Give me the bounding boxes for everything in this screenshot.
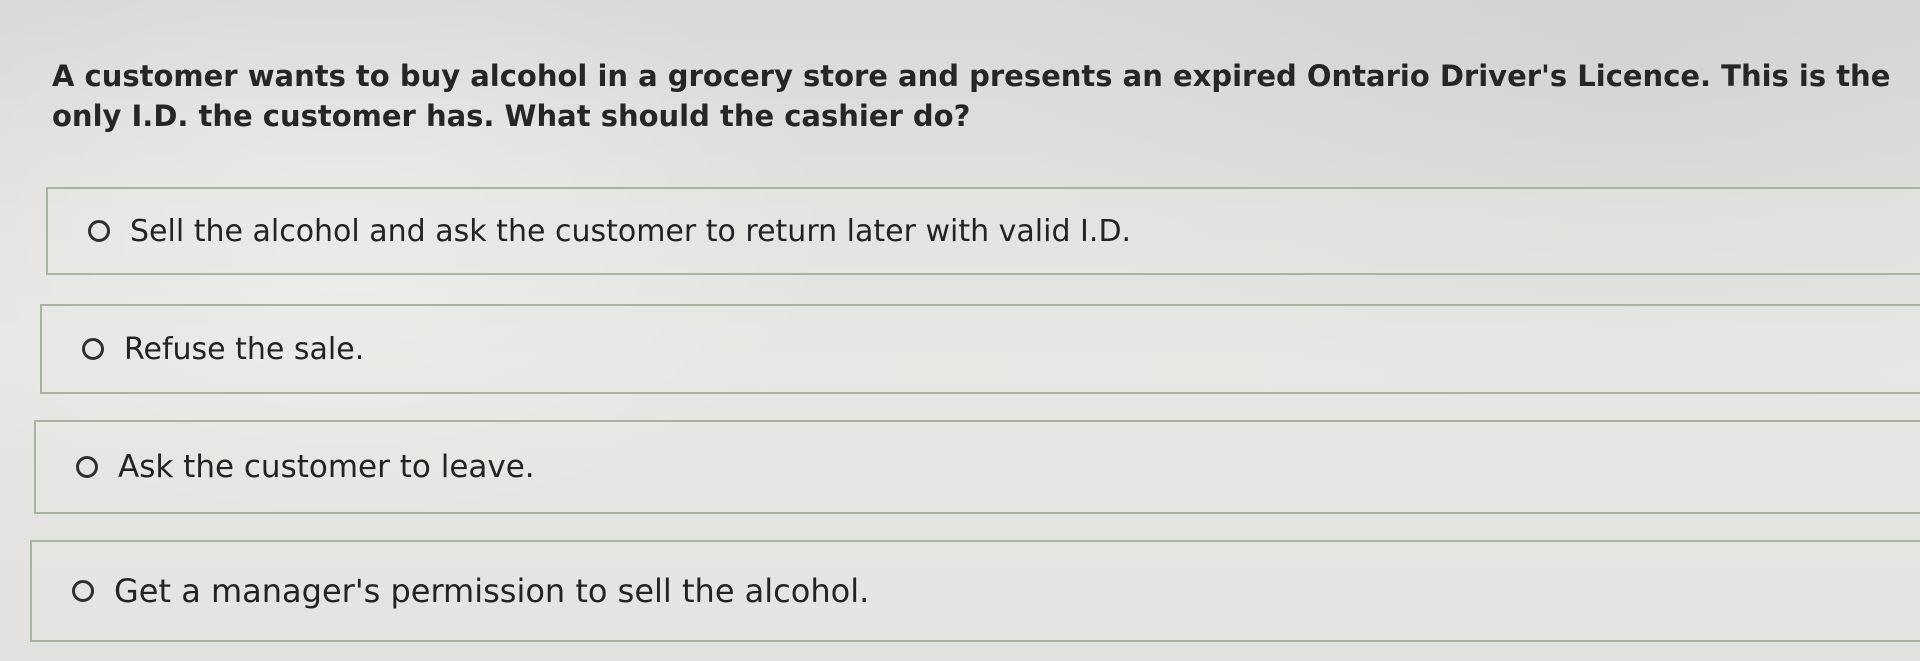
- answer-option-1[interactable]: Sell the alcohol and ask the customer to…: [46, 187, 1920, 275]
- answer-option-label: Sell the alcohol and ask the customer to…: [130, 213, 1132, 249]
- radio-button-icon[interactable]: [82, 338, 104, 360]
- answer-option-label: Refuse the sale.: [124, 331, 365, 367]
- answer-option-label: Ask the customer to leave.: [118, 449, 535, 485]
- answer-option-label: Get a manager's permission to sell the a…: [114, 572, 870, 610]
- radio-button-icon[interactable]: [72, 580, 94, 602]
- answer-option-2[interactable]: Refuse the sale.: [40, 304, 1920, 394]
- radio-button-icon[interactable]: [88, 220, 110, 242]
- answer-option-4[interactable]: Get a manager's permission to sell the a…: [30, 540, 1920, 642]
- answer-options: Sell the alcohol and ask the customer to…: [0, 0, 1920, 661]
- answer-option-3[interactable]: Ask the customer to leave.: [34, 420, 1920, 514]
- radio-button-icon[interactable]: [76, 456, 98, 478]
